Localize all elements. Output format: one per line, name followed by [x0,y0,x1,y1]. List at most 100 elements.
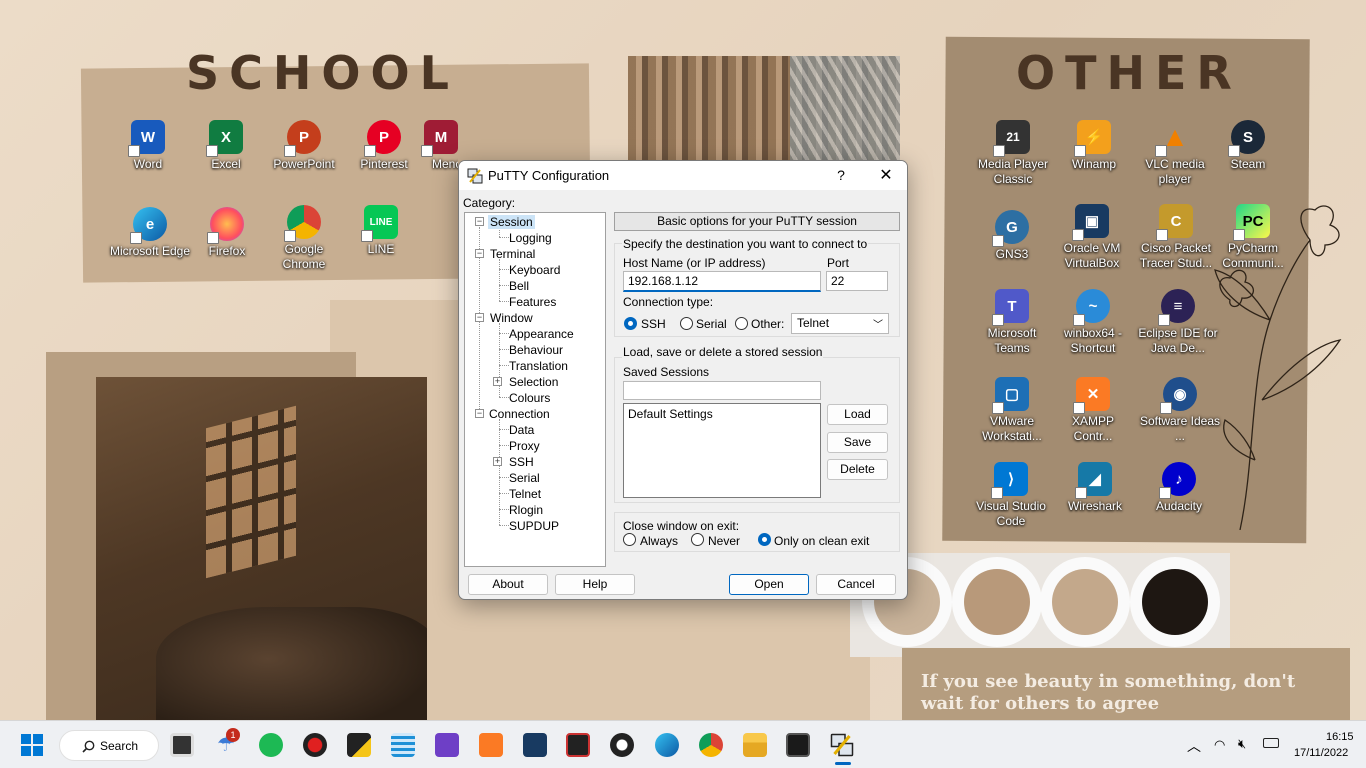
tree-item-logging[interactable]: Logging [509,231,552,245]
mendeley-icon[interactable]: MMenc [418,120,458,172]
load-button[interactable]: Load [827,404,888,425]
vlc-icon[interactable]: ▲ VLC media player [1134,120,1216,187]
powerpoint-icon[interactable]: P PowerPoint [263,120,345,172]
serial-radio-label[interactable]: Serial [696,317,727,331]
tree-item-rlogin[interactable]: Rlogin [509,503,543,517]
tree-item-features[interactable]: Features [509,295,556,309]
tree-item-bell[interactable]: Bell [509,279,529,293]
virtualbox-icon[interactable] [523,733,547,757]
help-button[interactable]: Help [555,574,635,595]
clean-exit-radio[interactable] [758,533,771,546]
tree-item-telnet[interactable]: Telnet [509,487,541,501]
clock-date[interactable]: 17/11/2022 [1294,747,1348,759]
notepad-icon[interactable] [391,733,415,757]
terminal-icon[interactable] [786,733,810,757]
tree-item-keyboard[interactable]: Keyboard [509,263,560,277]
tree-item-connection[interactable]: Connection [489,407,550,421]
edge-icon[interactable]: e Microsoft Edge [109,207,191,259]
delete-button[interactable]: Delete [827,459,888,480]
xampp-icon[interactable] [479,733,503,757]
port-input[interactable]: 22 [826,271,888,291]
chrome-icon[interactable]: Google Chrome [263,205,345,272]
teams-icon[interactable]: T Microsoft Teams [971,289,1053,356]
edge-icon[interactable] [655,733,679,757]
help-title-button[interactable]: ? [827,161,855,190]
line-icon[interactable]: LINE LINE [340,205,422,257]
taskbar-search[interactable]: Search [59,730,159,761]
tree-item-terminal[interactable]: Terminal [490,247,535,261]
other-radio[interactable] [735,317,748,330]
close-icon[interactable]: ✕ [871,161,901,190]
list-item[interactable]: Default Settings [628,407,816,421]
battery-icon[interactable] [1263,738,1279,748]
audacity-icon[interactable]: ♪ Audacity [1138,462,1220,514]
firefox-icon[interactable]: Firefox [186,207,268,259]
steam-icon[interactable]: S Steam [1207,120,1289,172]
never-radio-label[interactable]: Never [708,534,740,548]
volume-muted-icon[interactable]: 🔇︎ [1238,736,1246,752]
spotify-icon[interactable] [259,733,283,757]
record-icon[interactable] [303,733,327,757]
sessions-list[interactable]: Default Settings [623,403,821,498]
about-button[interactable]: About [468,574,548,595]
host-name-input[interactable]: 192.168.1.12 [623,271,821,292]
title-bar[interactable]: PuTTY Configuration ? ✕ [459,161,907,190]
tree-item-session[interactable]: Session [488,215,535,229]
tree-item-ssh[interactable]: SSH [509,455,534,469]
ssh-radio[interactable] [624,317,637,330]
virtualbox-icon[interactable]: ▣ Oracle VM VirtualBox [1051,204,1133,271]
open-button[interactable]: Open [729,574,809,595]
tree-item-proxy[interactable]: Proxy [509,439,540,453]
file-explorer-icon[interactable] [743,733,767,757]
tree-item-translation[interactable]: Translation [509,359,568,373]
software-ideas-icon[interactable]: ◉ Software Ideas ... [1139,377,1221,444]
excel-icon[interactable]: X Excel [185,120,267,172]
eclipse-icon[interactable]: ≡ Eclipse IDE for Java De... [1137,289,1219,356]
xampp-icon[interactable]: ✕ XAMPP Contr... [1052,377,1134,444]
save-button[interactable]: Save [827,432,888,453]
tree-item-appearance[interactable]: Appearance [509,327,574,341]
vscode-icon[interactable]: ⟩ Visual Studio Code [970,462,1052,529]
putty-icon[interactable] [830,733,854,757]
media-player-icon[interactable] [610,733,634,757]
packet-tracer-icon[interactable]: C Cisco Packet Tracer Stud... [1135,204,1217,271]
tree-item-data[interactable]: Data [509,423,534,437]
task-view-icon[interactable] [170,733,194,757]
start-icon[interactable] [21,734,43,756]
collapse-icon[interactable]: − [475,313,484,322]
ssh-radio-label[interactable]: SSH [641,317,666,331]
tree-item-behaviour[interactable]: Behaviour [509,343,563,357]
sticky-notes-icon[interactable] [347,733,371,757]
expand-icon[interactable]: + [493,457,502,466]
never-radio[interactable] [691,533,704,546]
word-icon[interactable]: W Word [107,120,189,172]
winamp-icon[interactable]: ⚡ Winamp [1053,120,1135,172]
tree-item-window[interactable]: Window [490,311,533,325]
chevron-up-icon[interactable]: ︿ [1187,736,1201,756]
gns3-icon[interactable]: G GNS3 [971,210,1053,262]
tree-item-selection[interactable]: Selection [509,375,558,389]
clock-time[interactable]: 16:15 [1326,731,1354,743]
always-radio-label[interactable]: Always [640,534,678,548]
category-tree[interactable]: − Session Logging − Terminal Keyboard Be… [464,212,606,567]
tree-item-supdup[interactable]: SUPDUP [509,519,559,533]
tree-item-serial[interactable]: Serial [509,471,540,485]
vmware-icon[interactable]: ▢ VMware Workstati... [971,377,1053,444]
collapse-icon[interactable]: − [475,409,484,418]
clean-exit-radio-label[interactable]: Only on clean exit [774,534,869,548]
winbox-icon[interactable]: ~ winbox64 - Shortcut [1052,289,1134,356]
other-protocol-select[interactable]: Telnet ﹀ [791,313,889,334]
cancel-button[interactable]: Cancel [816,574,896,595]
wifi-icon[interactable]: ◠ [1214,737,1225,753]
pinterest-icon[interactable]: P Pinterest [343,120,425,172]
collapse-icon[interactable]: − [475,249,484,258]
expand-icon[interactable]: + [493,377,502,386]
gns3-icon[interactable] [566,733,590,757]
always-radio[interactable] [623,533,636,546]
media-player-classic-icon[interactable]: 21 Media Player Classic [972,120,1054,187]
other-radio-label[interactable]: Other: [751,317,784,331]
tree-item-colours[interactable]: Colours [509,391,550,405]
wireshark-icon[interactable]: ◢ Wireshark [1054,462,1136,514]
serial-radio[interactable] [680,317,693,330]
saved-sessions-input[interactable] [623,381,821,400]
